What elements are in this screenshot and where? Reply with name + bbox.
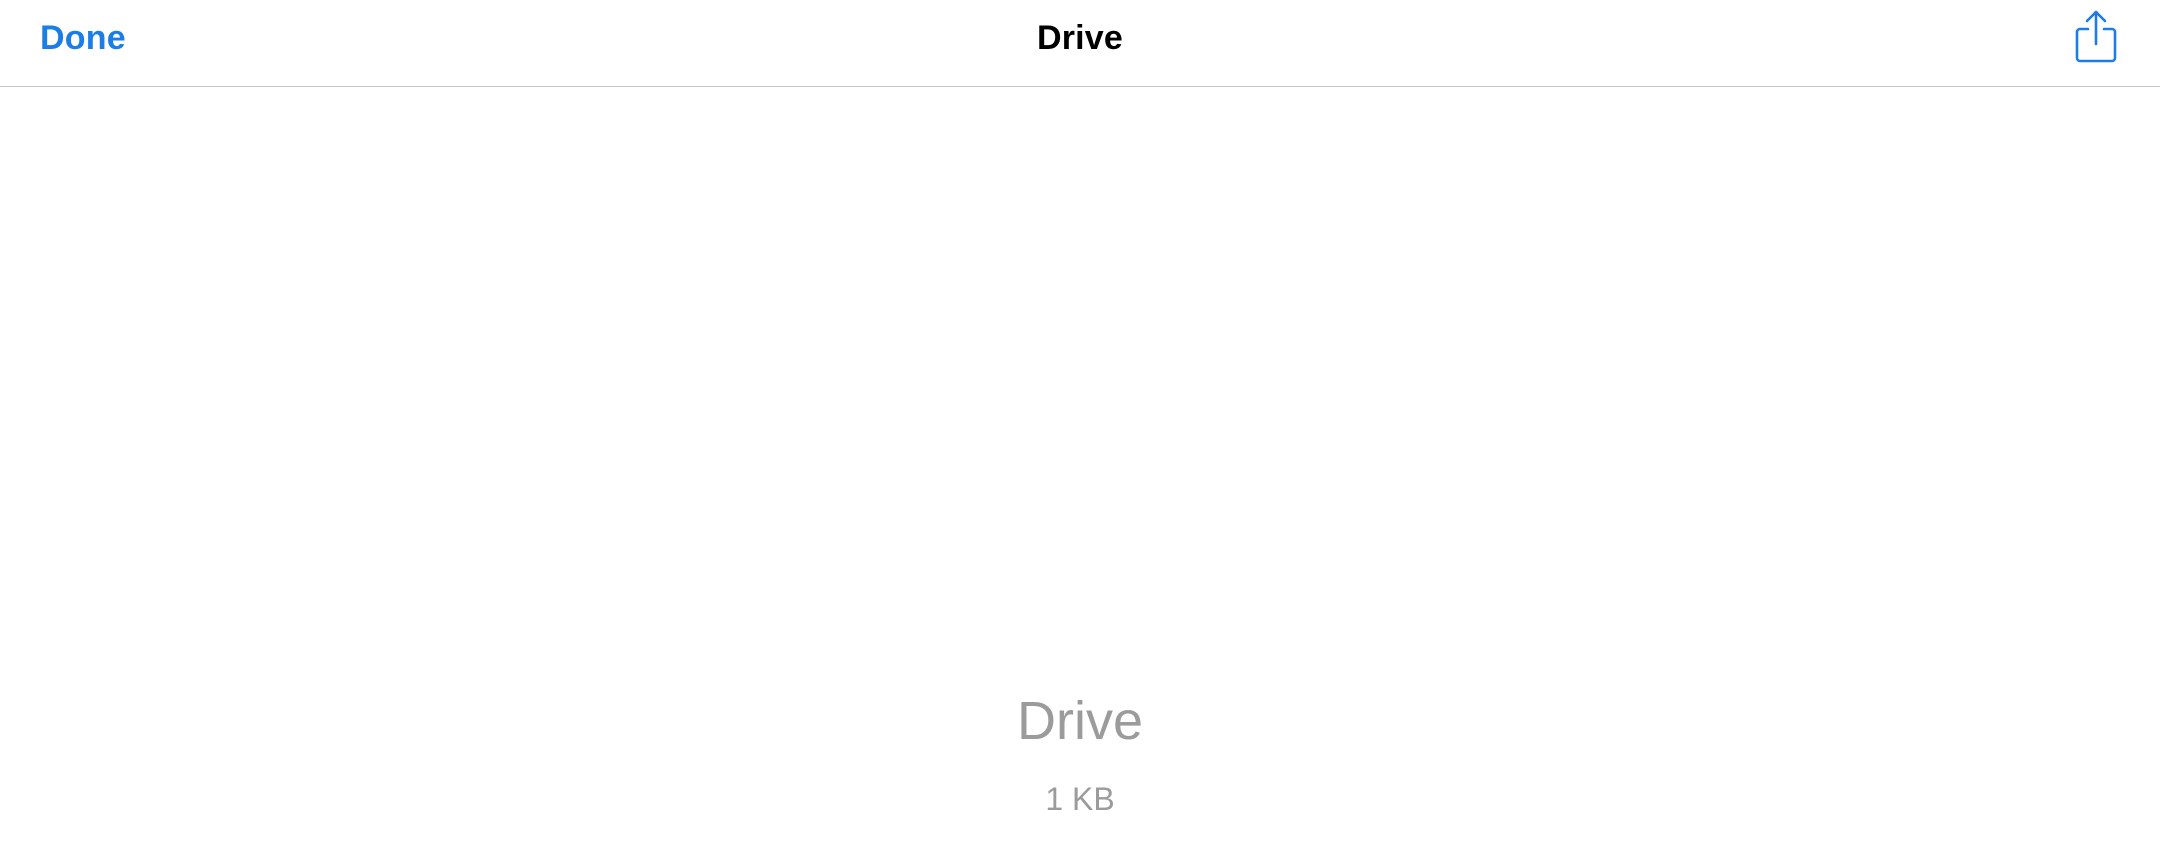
file-size: 1 KB [1045, 781, 1115, 817]
file-preview-area: Drive 1 KB [0, 87, 2160, 866]
share-button[interactable] [2072, 9, 2120, 65]
file-name: Drive [1016, 691, 1143, 751]
navigation-bar: Done Drive [0, 0, 2160, 87]
share-icon [2075, 10, 2117, 63]
page-title: Drive [1036, 19, 1124, 57]
